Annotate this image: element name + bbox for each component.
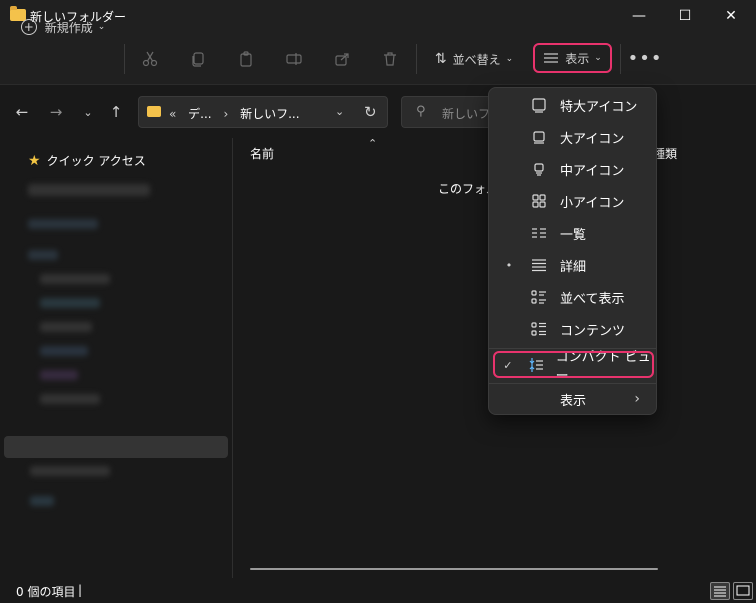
view-label: 表示 (565, 51, 590, 66)
blurred-sidebar-item (28, 219, 98, 229)
sort-ascending-icon: ⌃ (368, 137, 378, 150)
large-icons-view-toggle-icon[interactable] (733, 582, 753, 600)
quick-access-item[interactable]: ★ クイック アクセス (28, 152, 146, 169)
blurred-sidebar-item (40, 346, 88, 356)
breadcrumb-item[interactable]: デ... (188, 107, 211, 121)
view-lines-icon (544, 53, 559, 63)
menu-item-extra-large-icons[interactable]: 特大アイコン (493, 90, 652, 120)
view-button[interactable]: 表示 ⌄ (533, 43, 612, 73)
blurred-sidebar-item (40, 322, 92, 332)
breadcrumb: « デ... › 新しいフ... (169, 105, 300, 122)
blurred-sidebar-item (40, 298, 100, 308)
plus-circle-icon: + (20, 19, 37, 35)
refresh-icon[interactable]: ↻ (364, 103, 377, 121)
details-icon (529, 257, 549, 273)
close-button[interactable]: ✕ (708, 0, 754, 32)
menu-item-label: 詳細 (560, 259, 587, 275)
menu-item-label: 一覧 (560, 227, 587, 243)
minimize-button[interactable]: — (616, 0, 662, 32)
breadcrumb-overflow[interactable]: « (169, 107, 176, 121)
paste-icon[interactable] (234, 45, 258, 73)
quick-access-label: クイック アクセス (46, 154, 146, 168)
toolbar-divider (416, 44, 417, 74)
navigation-pane (0, 138, 230, 578)
blurred-sidebar-item (40, 274, 110, 284)
address-bar[interactable]: « デ... › 新しいフ... ⌄ ↻ (138, 96, 388, 128)
cut-icon[interactable] (138, 45, 162, 73)
menu-item-label: 小アイコン (560, 195, 625, 211)
status-bar (0, 578, 756, 603)
delete-icon[interactable] (378, 45, 402, 73)
copy-icon[interactable] (186, 45, 210, 73)
large-icons-icon (529, 129, 549, 145)
menu-item-list[interactable]: 一覧 (493, 218, 652, 248)
item-count: 0 個の項目 (16, 585, 76, 599)
blurred-sidebar-item (30, 496, 54, 506)
toolbar-divider (124, 44, 125, 74)
search-input[interactable]: ⚲ 新しいフォル (401, 96, 514, 128)
menu-item-details[interactable]: • 詳細 (493, 250, 652, 280)
toolbar-divider (620, 44, 621, 74)
breadcrumb-item[interactable]: 新しいフ... (240, 107, 299, 121)
details-view-toggle-icon[interactable] (710, 582, 730, 600)
chevron-down-icon: ⌄ (594, 53, 602, 63)
recent-locations-chevron-icon[interactable]: ⌄ (76, 100, 100, 124)
share-icon[interactable] (330, 45, 354, 73)
chevron-right-icon: › (223, 107, 229, 121)
star-icon: ★ (28, 152, 41, 169)
menu-item-small-icons[interactable]: 小アイコン (493, 186, 652, 216)
content-icon (529, 321, 549, 337)
blurred-sidebar-item (28, 250, 58, 260)
selected-sidebar-item[interactable] (4, 436, 228, 458)
more-options-button[interactable]: ••• (628, 44, 662, 72)
menu-item-label: コンテンツ (560, 323, 626, 339)
blurred-sidebar-item (28, 184, 150, 196)
blurred-sidebar-item (40, 394, 100, 404)
column-header-name[interactable]: 名前 (250, 145, 274, 162)
folder-icon (147, 106, 161, 117)
forward-arrow-icon[interactable]: → (44, 100, 68, 124)
blurred-sidebar-item (40, 370, 78, 380)
menu-item-tiles[interactable]: 並べて表示 (493, 282, 652, 312)
new-button[interactable]: + 新規作成 ⌄ (14, 13, 112, 41)
menu-item-label: 並べて表示 (560, 291, 625, 307)
menu-item-content[interactable]: コンテンツ (493, 314, 652, 344)
menu-item-label: 特大アイコン (560, 99, 638, 115)
menu-item-label: 大アイコン (560, 131, 625, 147)
menu-item-large-icons[interactable]: 大アイコン (493, 122, 652, 152)
sort-label: 並べ替え (452, 52, 501, 67)
new-label: 新規作成 (44, 20, 93, 35)
list-icon (529, 225, 549, 241)
search-icon: ⚲ (416, 104, 426, 119)
medium-icons-icon (529, 161, 549, 177)
pane-splitter[interactable] (232, 138, 233, 578)
up-arrow-icon[interactable]: ↑ (104, 100, 128, 124)
small-icons-icon (529, 193, 549, 209)
horizontal-scrollbar[interactable] (250, 568, 658, 570)
chevron-down-icon: ⌄ (505, 54, 514, 64)
menu-item-medium-icons[interactable]: 中アイコン (493, 154, 652, 184)
menu-item-marker: • (505, 258, 513, 272)
menu-item-label: 中アイコン (560, 163, 625, 179)
menu-item-show-submenu[interactable]: 表示 › (493, 384, 652, 414)
maximize-button[interactable]: ☐ (662, 0, 708, 32)
compact-view-highlight (493, 351, 654, 378)
address-history-chevron-icon[interactable]: ⌄ (335, 105, 344, 118)
blurred-sidebar-item (30, 466, 110, 476)
tiles-icon (529, 289, 549, 305)
back-arrow-icon[interactable]: ← (10, 100, 34, 124)
sort-button[interactable]: ⇅ 並べ替え ⌄ (428, 45, 520, 73)
chevron-down-icon: ⌄ (97, 22, 106, 32)
status-divider: | (78, 583, 83, 597)
menu-item-label: 表示 (560, 393, 587, 409)
rename-icon[interactable] (282, 45, 306, 73)
extra-large-icons-icon (529, 97, 549, 113)
sort-icon: ⇅ (434, 51, 447, 67)
chevron-right-icon: › (634, 391, 640, 407)
